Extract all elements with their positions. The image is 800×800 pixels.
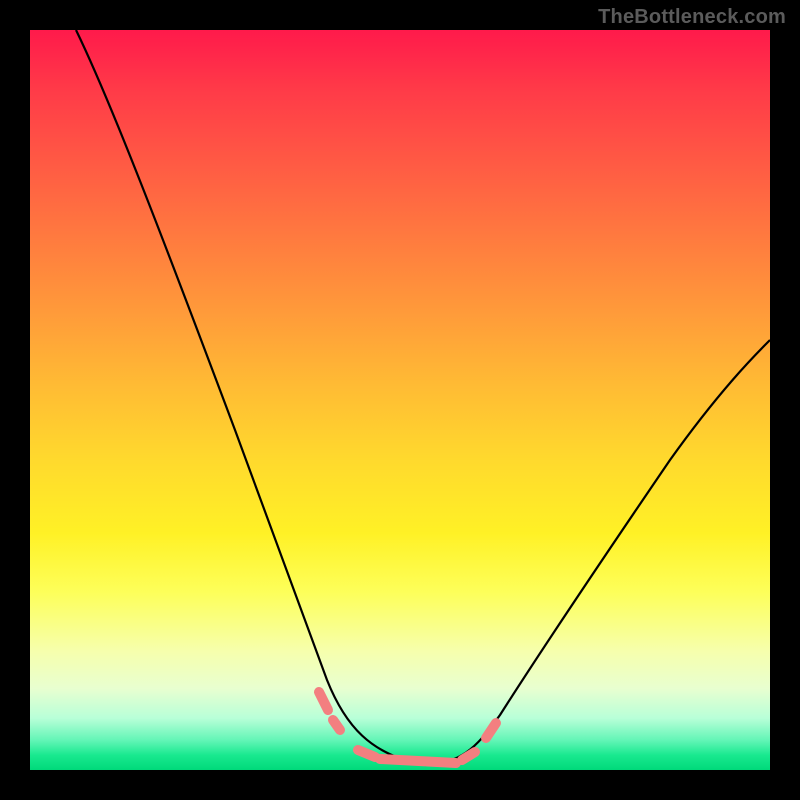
highlight-seg-2 [333,720,340,730]
watermark-text: TheBottleneck.com [598,6,786,29]
chart-frame: TheBottleneck.com [0,0,800,800]
highlight-seg-4 [380,759,456,763]
highlight-seg-5 [462,752,475,760]
curve-layer [30,30,770,770]
left-curve [76,30,425,765]
right-curve [425,340,770,765]
highlight-seg-3 [358,750,375,757]
plot-area [30,30,770,770]
highlight-seg-6 [486,723,496,738]
highlight-segments [319,692,496,763]
highlight-seg-1 [319,692,328,710]
